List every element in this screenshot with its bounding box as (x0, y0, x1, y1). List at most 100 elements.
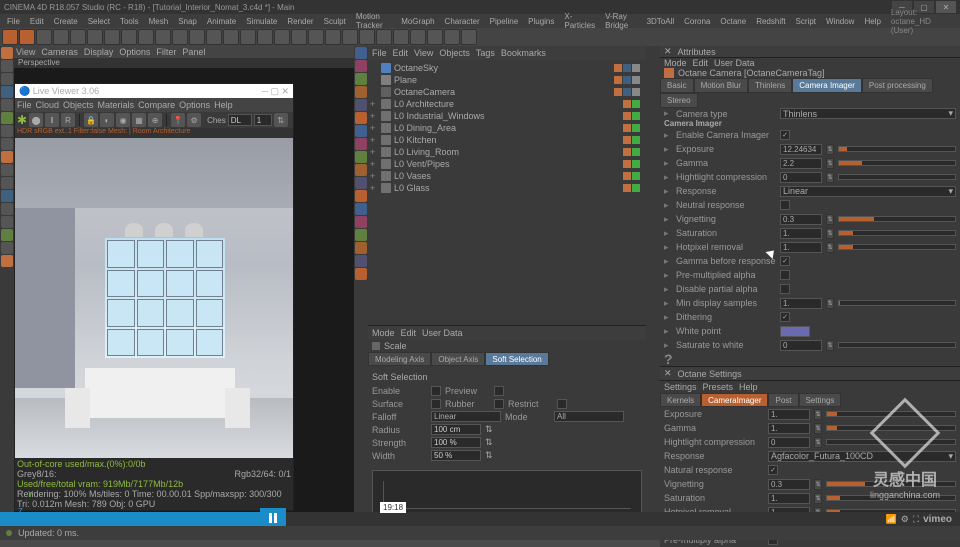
tag-icon[interactable] (632, 64, 640, 72)
param-value[interactable]: 1. (780, 298, 822, 309)
param-value[interactable]: 0 (780, 172, 822, 183)
param-value[interactable]: 1. (768, 493, 810, 504)
octset-tab-cameraimager[interactable]: CameraImager (701, 393, 768, 407)
attr-tab-motionblur[interactable]: Motion Blur (694, 78, 748, 93)
menu-animate[interactable]: Animate (202, 17, 241, 26)
toolbar-button-22[interactable] (376, 29, 392, 45)
lv-clay-button[interactable]: ◐ (100, 113, 114, 127)
toolbar-button-7[interactable] (121, 29, 137, 45)
vp-menu-display[interactable]: Display (84, 47, 114, 57)
object-row[interactable]: Plane (370, 74, 644, 86)
param-checkbox[interactable] (780, 270, 790, 280)
octset-menu-help[interactable]: Help (739, 382, 758, 392)
vp-menu-view[interactable]: View (16, 47, 35, 57)
menu-character[interactable]: Character (440, 17, 485, 26)
tag-icon[interactable] (623, 160, 631, 168)
param-value[interactable]: 1. (780, 242, 822, 253)
lv-menu-objects[interactable]: Objects (63, 100, 94, 110)
octset-tab-kernels[interactable]: Kernels (660, 393, 701, 407)
coord-tab-softselection[interactable]: Soft Selection (485, 352, 548, 366)
toolbar-button-11[interactable] (189, 29, 205, 45)
param-value[interactable]: 0 (780, 340, 822, 351)
menu-create[interactable]: Create (49, 17, 83, 26)
width-stepper[interactable]: ⇅ (485, 450, 493, 461)
mid-tool-6[interactable] (355, 112, 367, 124)
menu-edit[interactable]: Edit (25, 17, 49, 26)
obj-menu-objects[interactable]: Objects (439, 48, 470, 58)
octset-close-icon[interactable]: ✕ (664, 368, 672, 379)
video-player-bar[interactable]: 19:18 📶 ⚙ ⛶ vimeo (0, 512, 960, 526)
toolbar-button-10[interactable] (172, 29, 188, 45)
tag-icon[interactable] (623, 124, 631, 132)
lv-settings-button[interactable]: ⚙ (187, 113, 201, 127)
tag-icon[interactable] (623, 76, 631, 84)
menu-help[interactable]: Help (859, 17, 885, 26)
menu-sculpt[interactable]: Sculpt (319, 17, 351, 26)
param-value[interactable]: 1. (768, 409, 810, 420)
toolbar-button-18[interactable] (308, 29, 324, 45)
tag-icon[interactable] (614, 76, 622, 84)
stepper[interactable]: ⇅ (826, 172, 834, 183)
expand-icon[interactable]: ▸ (664, 172, 672, 183)
menu-script[interactable]: Script (791, 17, 821, 26)
param-select[interactable]: Linear▾ (780, 186, 956, 197)
param-value[interactable]: 0 (768, 437, 810, 448)
lv-stop-button[interactable]: ⬤ (29, 113, 43, 127)
toolbar-button-1[interactable] (19, 29, 35, 45)
attr-tab-postprocessing[interactable]: Post processing (862, 78, 933, 93)
toolbar-button-2[interactable] (36, 29, 52, 45)
mode-select[interactable]: All (554, 411, 624, 422)
expand-icon[interactable]: ▸ (664, 242, 672, 253)
object-row[interactable]: +L0 Kitchen (370, 134, 644, 146)
expand-icon[interactable]: + (370, 135, 378, 145)
mid-tool-1[interactable] (355, 47, 367, 59)
obj-menu-file[interactable]: File (372, 48, 387, 58)
attr-close-icon[interactable]: ✕ (664, 46, 672, 57)
object-row[interactable]: +L0 Vases (370, 170, 644, 182)
toolbar-button-19[interactable] (325, 29, 341, 45)
pause-button[interactable] (260, 508, 286, 528)
expand-icon[interactable]: ▸ (664, 214, 672, 225)
left-tool-7[interactable] (1, 138, 13, 150)
tag-icon[interactable] (614, 64, 622, 72)
lv-region-button[interactable]: ▦ (132, 113, 146, 127)
toolbar-button-12[interactable] (206, 29, 222, 45)
expand-icon[interactable]: ▸ (664, 158, 672, 169)
object-tree[interactable]: OctaneSkyPlaneOctaneCamera+L0 Architectu… (368, 60, 646, 325)
left-tool-2[interactable] (1, 73, 13, 85)
attr-tab-basic[interactable]: Basic (660, 78, 694, 93)
lv-r-button[interactable]: R (61, 113, 75, 127)
tag-icon[interactable] (623, 88, 631, 96)
expand-icon[interactable]: + (370, 99, 378, 109)
menu-dtoall[interactable]: 3DToAll (642, 17, 680, 26)
param-slider[interactable] (838, 146, 956, 152)
menu-redshift[interactable]: Redshift (751, 17, 790, 26)
obj-menu-edit[interactable]: Edit (393, 48, 409, 58)
tag-icon[interactable] (632, 160, 640, 168)
object-row[interactable]: +L0 Industrial_Windows (370, 110, 644, 122)
menu-tools[interactable]: Tools (115, 17, 144, 26)
stepper[interactable]: ⇅ (814, 423, 822, 434)
param-slider[interactable] (838, 300, 956, 306)
tag-icon[interactable] (623, 148, 631, 156)
rubber-checkbox[interactable] (494, 399, 504, 409)
mid-tool-5[interactable] (355, 99, 367, 111)
lv-menu-materials[interactable]: Materials (98, 100, 135, 110)
octset-menu-settings[interactable]: Settings (664, 382, 697, 392)
octset-tab-post[interactable]: Post (768, 393, 798, 407)
toolbar-button-20[interactable] (342, 29, 358, 45)
left-tool-15[interactable] (1, 242, 13, 254)
left-tool-10[interactable] (1, 177, 13, 189)
param-value[interactable]: 12.24634 (780, 144, 822, 155)
restrict-checkbox[interactable] (557, 399, 567, 409)
menu-mograph[interactable]: MoGraph (396, 17, 439, 26)
param-checkbox[interactable] (780, 200, 790, 210)
left-tool-12[interactable] (1, 203, 13, 215)
expand-icon[interactable]: ▸ (664, 284, 672, 295)
left-tool-8[interactable] (1, 151, 13, 163)
left-tool-14[interactable] (1, 229, 13, 241)
toolbar-button-15[interactable] (257, 29, 273, 45)
tag-icon[interactable] (614, 88, 622, 96)
param-slider[interactable] (838, 216, 956, 222)
toolbar-button-26[interactable] (444, 29, 460, 45)
